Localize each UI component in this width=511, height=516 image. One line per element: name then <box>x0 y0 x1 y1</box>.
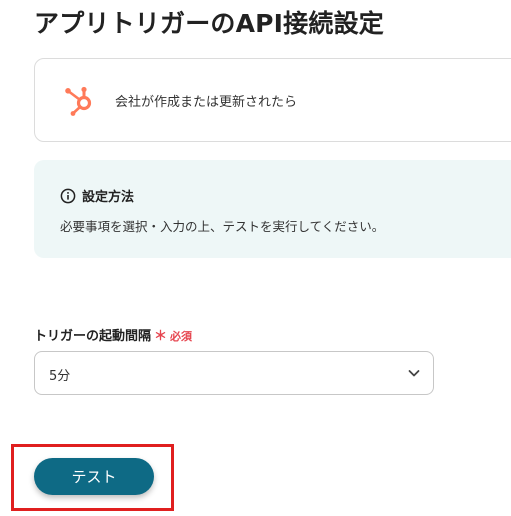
app-trigger-card: 会社が作成または更新されたら <box>34 58 511 142</box>
info-title: 設定方法 <box>82 190 135 205</box>
required-asterisk: ＊ <box>154 329 168 344</box>
info-heading: 設定方法 <box>60 186 134 205</box>
page-title: アプリトリガーのAPI接続設定 <box>34 9 384 38</box>
trigger-interval-value: 5分 <box>49 369 71 384</box>
page-root: アプリトリガーのAPI接続設定 会社が作成または更新されたら 設定方法 必要事項… <box>0 0 511 516</box>
trigger-event-label: 会社が作成または更新されたら <box>115 95 298 110</box>
chevron-down-icon <box>408 370 420 377</box>
info-description: 必要事項を選択・入力の上、テストを実行してください。 <box>60 219 385 234</box>
info-circle-icon <box>60 188 76 203</box>
hubspot-icon <box>65 86 92 116</box>
test-button[interactable]: テスト <box>34 458 154 495</box>
setup-info-box: 設定方法 必要事項を選択・入力の上、テストを実行してください。 <box>34 160 511 258</box>
trigger-interval-select[interactable]: 5分 <box>34 351 434 395</box>
trigger-interval-label-row: トリガーの起動間隔 ＊ 必須 <box>34 325 192 344</box>
trigger-interval-label: トリガーの起動間隔 <box>34 329 152 344</box>
required-text: 必須 <box>170 330 193 343</box>
